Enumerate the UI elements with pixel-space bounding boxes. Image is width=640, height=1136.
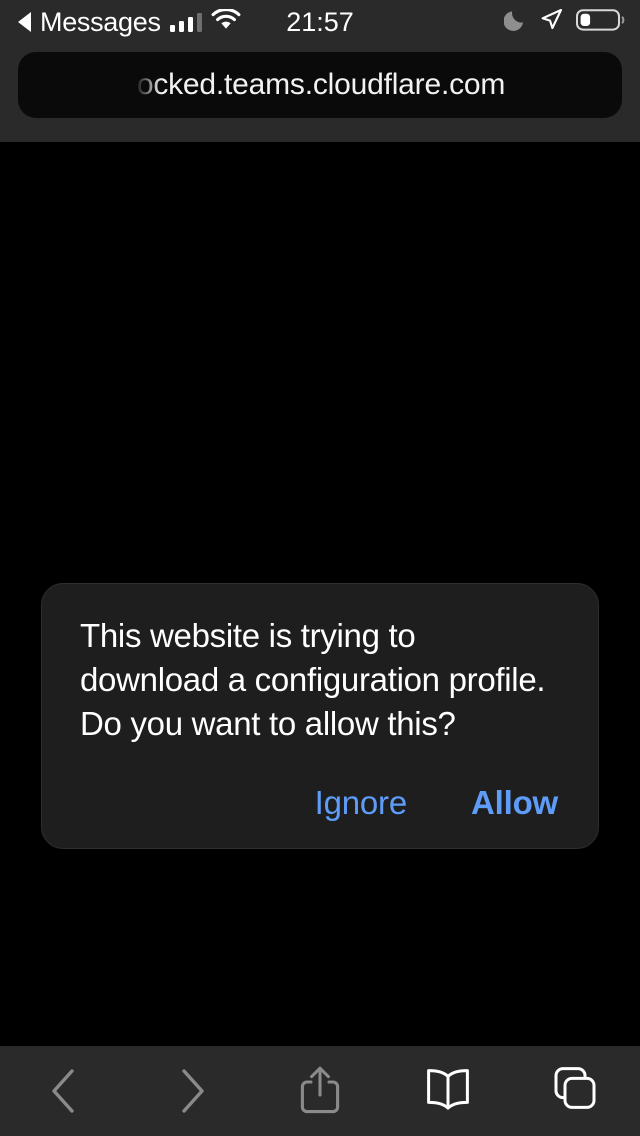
crescent-moon-icon (503, 8, 527, 36)
allow-button[interactable]: Allow (471, 784, 558, 822)
forward-button[interactable] (148, 1066, 236, 1118)
iphone-safari-screen: Messages 21:57 ocked.teams.cloudflare.co… (0, 0, 640, 1136)
url-text: ocked.teams.cloudflare.com (136, 68, 506, 101)
tabs-button[interactable] (532, 1066, 620, 1118)
dialog-message-text: This website is trying to download a con… (80, 617, 546, 742)
back-button[interactable] (20, 1066, 108, 1118)
status-bar-right (503, 0, 626, 44)
share-icon (299, 1065, 341, 1120)
location-arrow-icon (540, 8, 563, 36)
status-bar: Messages 21:57 (0, 0, 640, 44)
back-app-label: Messages (40, 6, 161, 37)
browser-bottom-toolbar (0, 1046, 640, 1136)
status-bar-clock: 21:57 (286, 6, 354, 37)
browser-top-chrome: Messages 21:57 ocked.teams.cloudflare.co… (0, 0, 640, 142)
share-button[interactable] (276, 1066, 364, 1118)
cellular-signal-icon (169, 12, 203, 32)
dialog-actions: Ignore Allow (80, 784, 560, 822)
chevron-right-icon (175, 1065, 209, 1120)
back-triangle-icon (18, 12, 31, 32)
web-page-content: This website is trying to download a con… (0, 142, 640, 1046)
tabs-icon (551, 1065, 601, 1120)
status-bar-left[interactable]: Messages (18, 0, 241, 44)
chevron-left-icon (47, 1065, 81, 1120)
ignore-button[interactable]: Ignore (315, 784, 408, 822)
battery-icon (576, 8, 626, 37)
url-bar[interactable]: ocked.teams.cloudflare.com (18, 52, 622, 118)
bookmarks-button[interactable] (404, 1066, 492, 1118)
download-profile-dialog: This website is trying to download a con… (41, 583, 599, 849)
book-icon (422, 1065, 474, 1120)
wifi-icon (211, 7, 241, 36)
